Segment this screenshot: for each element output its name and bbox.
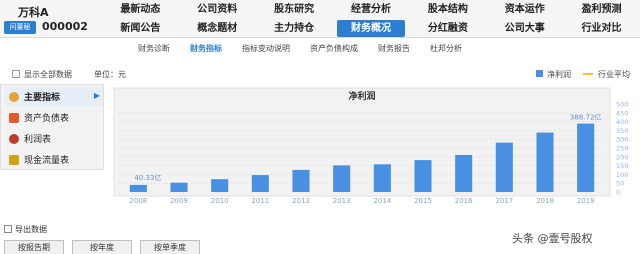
subtab-item[interactable]: 财务指标 (180, 39, 232, 58)
sidebar-item-balance-sheet[interactable]: 资产负债表 (5, 108, 103, 127)
ask-secretary-button[interactable]: 问董秘 (4, 21, 36, 34)
sub-tabs: 财务诊断 财务指标 指标变动说明 资产负债构成 财务报告 杜邦分析 (0, 39, 640, 58)
bar (333, 165, 351, 192)
x-tick-label: 2016 (455, 197, 473, 205)
sidebar-item-main-indicators[interactable]: 主要指标 ▶ (5, 87, 103, 106)
sidebar-item-label: 利润表 (24, 135, 52, 145)
bar (251, 175, 269, 192)
legend-industry-avg-label[interactable]: 行业平均 (598, 69, 630, 80)
sidebar: 主要指标 ▶ 资产负债表 利润表 现金流量表 (0, 84, 104, 170)
export-label: 导出数据 (15, 225, 47, 234)
y-tick-label: 0 (616, 189, 620, 197)
y-tick-label: 300 (616, 136, 628, 144)
y-tick-label: 350 (616, 127, 628, 135)
bar (455, 155, 473, 192)
y-tick-label: 200 (616, 153, 628, 161)
x-tick-label: 2014 (373, 197, 391, 205)
nav-item[interactable]: 最新动态 (102, 0, 179, 19)
bar (211, 179, 229, 192)
x-tick-label: 2011 (251, 197, 269, 205)
nav-item[interactable]: 股东研究 (256, 0, 333, 19)
period-button-quarter[interactable]: 按单季度 (140, 240, 200, 254)
nav-item[interactable]: 股本结构 (409, 0, 486, 19)
x-tick-label: 2009 (170, 197, 188, 205)
y-tick-label: 500 (616, 101, 628, 109)
y-tick-label: 450 (616, 109, 628, 117)
sidebar-item-label: 资产负债表 (24, 114, 70, 124)
x-tick-label: 2012 (292, 197, 310, 205)
stock-header: 万科A 问董秘 000002 最新动态 公司资料 股东研究 经营分析 股本结构 资本运作盈… (0, 0, 640, 38)
subtab-item[interactable]: 财务报告 (368, 39, 420, 58)
bar (170, 182, 188, 192)
bar (292, 169, 310, 192)
x-tick-label: 2015 (414, 197, 432, 205)
x-tick-label: 2018 (536, 197, 554, 205)
chart-svg: 050100150200250300350400450500 净利润 2008 200… (113, 87, 628, 205)
x-tick-label: 2010 (211, 197, 229, 205)
nav-item[interactable]: 资本运作 (486, 0, 563, 19)
nav-item[interactable]: 盈利预测 (563, 0, 640, 19)
x-tick-label: 2019 (577, 197, 595, 205)
legend-industry-avg-swatch (583, 73, 593, 75)
nav-item[interactable]: 财务概况 (336, 20, 406, 37)
star-icon (9, 91, 19, 102)
nav-item[interactable]: 行业对比 (563, 19, 640, 38)
bar (536, 132, 554, 192)
y-tick-label: 100 (616, 171, 628, 179)
bar (373, 164, 391, 192)
subtab-item[interactable]: 资产负债构成 (300, 39, 368, 58)
export-icon (4, 225, 12, 233)
bar (129, 184, 147, 192)
nav-item[interactable]: 分红融资 (409, 19, 486, 38)
stock-code: 000002 (42, 20, 88, 33)
nav-item[interactable]: 概念题材 (179, 19, 256, 38)
chart-title: 净利润 (348, 90, 375, 102)
nav-item[interactable]: 主力持仓 (256, 19, 333, 38)
chevron-right-icon: ▶ (93, 91, 100, 100)
y-tick-label: 50 (616, 180, 624, 188)
main-nav: 最新动态 公司资料 股东研究 经营分析 股本结构 资本运作 盈利预测新闻公告 概念题材 主力持仓… (102, 0, 640, 38)
nav-item[interactable]: 经营分析 (333, 0, 410, 19)
net-profit-chart: 0 50 100 150 200 250 300 350 400 450 500 净利润 2008 200… (110, 84, 640, 214)
nav-item[interactable]: 公司大事 (486, 19, 563, 38)
cash-flow-icon (9, 154, 19, 165)
x-tick-label: 2013 (333, 197, 351, 205)
export-data-button[interactable]: 导出数据 (4, 224, 47, 235)
y-tick-label: 150 (616, 162, 628, 170)
data-label: 40.33亿 (134, 173, 161, 182)
period-button-annual[interactable]: 按年度 (72, 240, 132, 254)
sidebar-item-label: 主要指标 (24, 93, 61, 103)
x-tick-label: 2008 (129, 197, 147, 205)
data-label: 388.72亿 (570, 113, 602, 122)
unit-label: 单位：元 (94, 70, 126, 79)
profit-chart-icon (9, 133, 19, 144)
nav-item[interactable]: 新闻公告 (102, 19, 179, 38)
legend-net-profit-label[interactable]: 净利润 (547, 69, 571, 80)
sidebar-item-cash-flow[interactable]: 现金流量表 (5, 150, 103, 169)
bar (495, 142, 513, 192)
show-all-label: 显示全部数据 (24, 70, 72, 79)
sidebar-item-income-statement[interactable]: 利润表 (5, 129, 103, 148)
subtab-item[interactable]: 指标变动说明 (232, 39, 300, 58)
x-tick-label: 2017 (495, 197, 513, 205)
y-tick-label: 250 (616, 145, 628, 153)
balance-sheet-icon (9, 112, 19, 123)
show-all-checkbox[interactable] (12, 70, 20, 78)
nav-item[interactable]: 公司资料 (179, 0, 256, 19)
sidebar-item-label: 现金流量表 (24, 156, 70, 166)
bar (414, 160, 432, 192)
subtab-item[interactable]: 财务诊断 (128, 39, 180, 58)
watermark: 头条 @壹号股权 (512, 232, 593, 245)
subtab-item[interactable]: 杜邦分析 (420, 39, 472, 58)
y-tick-label: 400 (616, 118, 628, 126)
bar (577, 123, 595, 192)
legend-net-profit-swatch (536, 70, 543, 77)
stock-name: 万科A (18, 6, 49, 19)
period-button-report[interactable]: 按报告期 (4, 240, 64, 254)
